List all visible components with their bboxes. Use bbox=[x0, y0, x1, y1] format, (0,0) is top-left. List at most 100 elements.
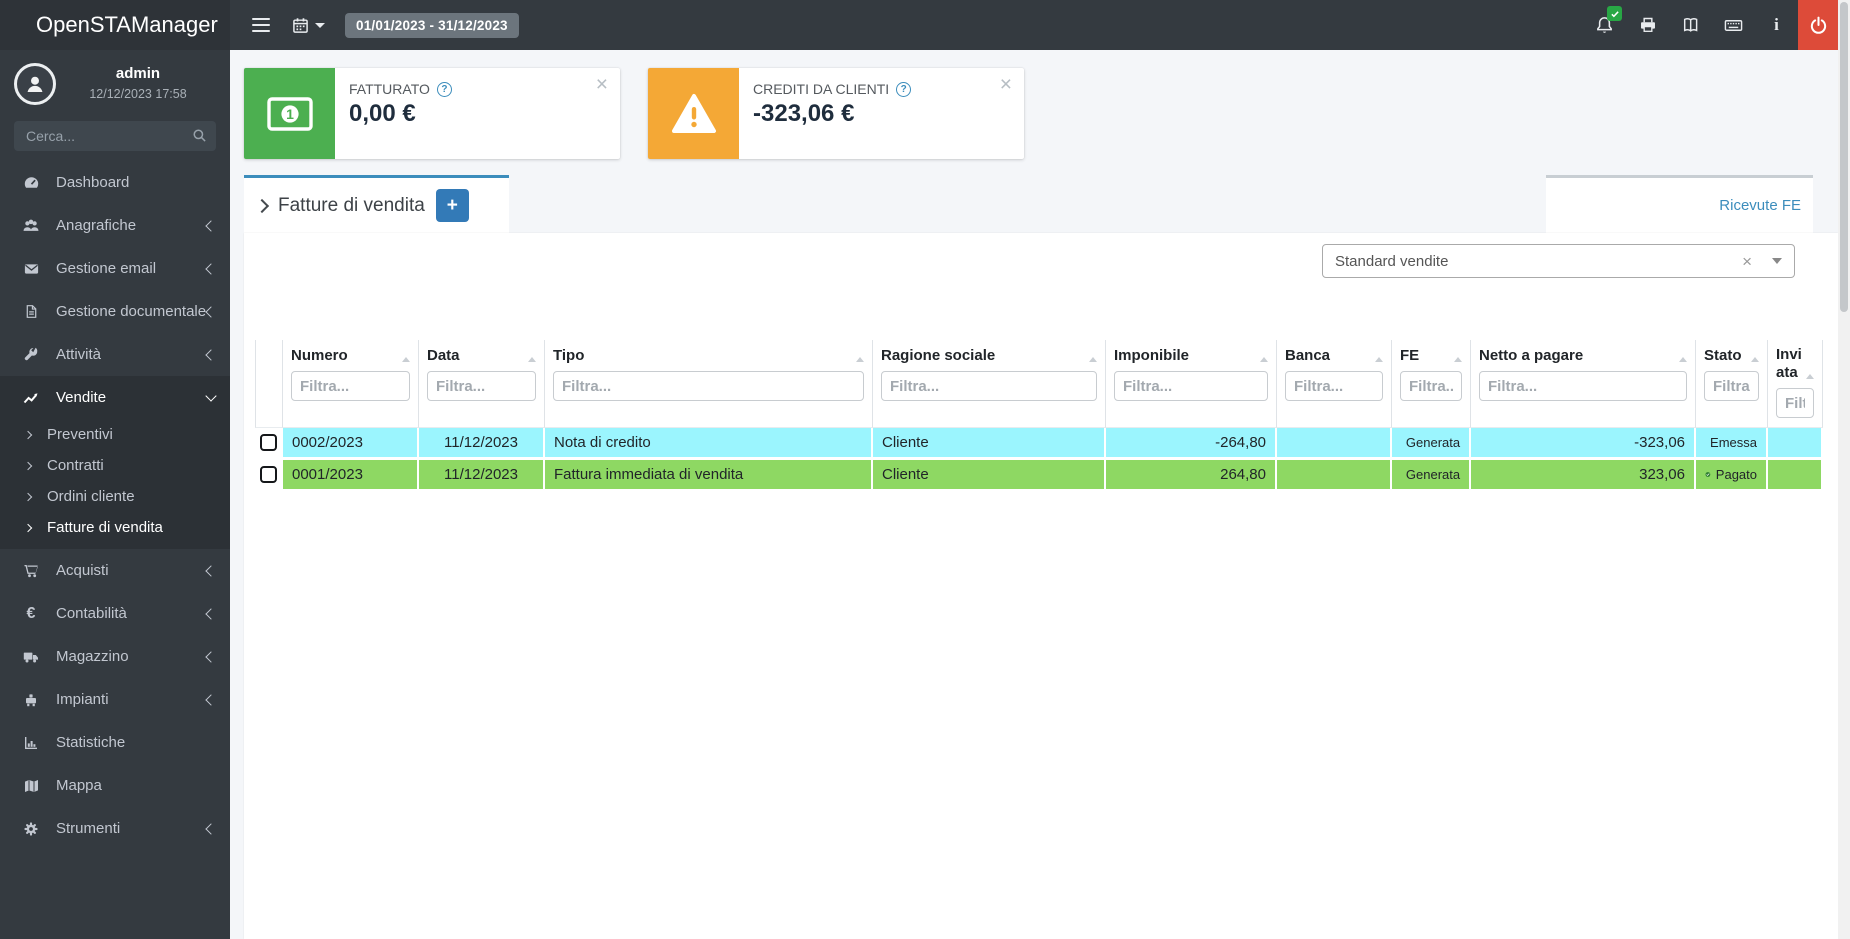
sidebar-item-strumenti[interactable]: Strumenti bbox=[0, 807, 230, 850]
filter-netto-input[interactable] bbox=[1479, 371, 1687, 401]
sidebar-item-statistiche[interactable]: Statistiche bbox=[0, 721, 230, 764]
sidebar-item-vendite[interactable]: Vendite bbox=[0, 376, 230, 419]
sort-icon[interactable] bbox=[1454, 357, 1462, 362]
cart-icon bbox=[18, 563, 44, 579]
cell-tipo[interactable]: Nota di credito bbox=[545, 428, 873, 460]
cell-banca[interactable] bbox=[1277, 460, 1392, 492]
date-range-badge[interactable]: 01/01/2023 - 31/12/2023 bbox=[345, 12, 519, 38]
table-row[interactable]: 0001/2023 11/12/2023 Fattura immediata d… bbox=[255, 460, 1823, 492]
filter-inviata-input[interactable] bbox=[1776, 388, 1814, 418]
sort-icon[interactable] bbox=[402, 357, 410, 362]
sort-icon[interactable] bbox=[1375, 357, 1383, 362]
cell-ragione-sociale[interactable]: Cliente bbox=[873, 428, 1106, 460]
sort-icon[interactable] bbox=[856, 357, 864, 362]
column-stato[interactable]: Stato bbox=[1696, 340, 1768, 428]
tab-fatture-di-vendita[interactable]: Fatture di vendita + bbox=[244, 175, 509, 233]
add-record-button[interactable]: + bbox=[435, 189, 469, 222]
sidebar-subitem-ordini-cliente[interactable]: Ordini cliente bbox=[0, 481, 230, 512]
users-icon bbox=[18, 217, 44, 234]
topbar: 01/01/2023 - 31/12/2023 i bbox=[230, 0, 1850, 50]
help-icon[interactable] bbox=[896, 81, 912, 97]
search-icon[interactable] bbox=[192, 128, 207, 143]
table-row[interactable]: 0002/2023 11/12/2023 Nota di credito Cli… bbox=[255, 428, 1823, 460]
filter-banca-input[interactable] bbox=[1285, 371, 1383, 401]
filter-imponibile-input[interactable] bbox=[1114, 371, 1268, 401]
close-icon[interactable]: × bbox=[1000, 74, 1012, 95]
row-checkbox[interactable] bbox=[259, 434, 277, 452]
sidebar-item-mappa[interactable]: Mappa bbox=[0, 764, 230, 807]
filter-ragione-sociale-input[interactable] bbox=[881, 371, 1097, 401]
cell-inviata[interactable] bbox=[1768, 460, 1823, 492]
sidebar-item-contabilita[interactable]: € Contabilità bbox=[0, 592, 230, 635]
shortcuts-button[interactable] bbox=[1712, 0, 1755, 50]
sidebar-item-dashboard[interactable]: Dashboard bbox=[0, 161, 230, 204]
sidebar-item-attivita[interactable]: Attività bbox=[0, 333, 230, 376]
chevron-right-icon bbox=[254, 198, 270, 213]
brand-logo[interactable]: OpenSTAManager bbox=[0, 0, 230, 50]
cell-numero[interactable]: 0001/2023 bbox=[283, 460, 419, 492]
sort-icon[interactable] bbox=[1751, 357, 1759, 362]
manual-button[interactable] bbox=[1669, 0, 1712, 50]
cell-banca[interactable] bbox=[1277, 428, 1392, 460]
cell-numero[interactable]: 0002/2023 bbox=[283, 428, 419, 460]
column-ragione-sociale[interactable]: Ragione sociale bbox=[873, 340, 1106, 428]
sidebar-item-impianti[interactable]: Impianti bbox=[0, 678, 230, 721]
column-banca[interactable]: Banca bbox=[1277, 340, 1392, 428]
sort-icon[interactable] bbox=[1806, 374, 1814, 379]
cell-data[interactable]: 11/12/2023 bbox=[419, 428, 545, 460]
column-imponibile[interactable]: Imponibile bbox=[1106, 340, 1277, 428]
filter-numero-input[interactable] bbox=[291, 371, 410, 401]
cell-imponibile[interactable]: -264,80 bbox=[1106, 428, 1277, 460]
sort-icon[interactable] bbox=[1260, 357, 1268, 362]
clear-selection-icon[interactable]: × bbox=[1742, 253, 1752, 270]
cell-data[interactable]: 11/12/2023 bbox=[419, 460, 545, 492]
column-inviata[interactable]: Inviata bbox=[1768, 340, 1823, 428]
calendar-button[interactable] bbox=[292, 17, 325, 34]
filter-tipo-input[interactable] bbox=[553, 371, 864, 401]
cell-imponibile[interactable]: 264,80 bbox=[1106, 460, 1277, 492]
filter-fe-input[interactable] bbox=[1400, 371, 1462, 401]
sidebar-subitem-contratti[interactable]: Contratti bbox=[0, 450, 230, 481]
page-scrollbar[interactable] bbox=[1838, 0, 1850, 939]
sort-icon[interactable] bbox=[528, 357, 536, 362]
cell-fe[interactable]: Generata bbox=[1392, 460, 1471, 492]
filter-stato-input[interactable] bbox=[1704, 371, 1759, 401]
tab-ricevute-fe[interactable]: Ricevute FE bbox=[1546, 175, 1813, 233]
avatar[interactable] bbox=[14, 63, 56, 105]
sidebar-item-gestione-email[interactable]: Gestione email bbox=[0, 247, 230, 290]
help-icon[interactable] bbox=[436, 81, 452, 97]
filter-data-input[interactable] bbox=[427, 371, 536, 401]
sort-icon[interactable] bbox=[1679, 357, 1687, 362]
cell-netto-a-pagare[interactable]: -323,06 bbox=[1471, 428, 1696, 460]
column-netto-a-pagare[interactable]: Netto a pagare bbox=[1471, 340, 1696, 428]
cell-stato[interactable]: Pagato bbox=[1696, 460, 1768, 492]
sort-icon[interactable] bbox=[1089, 357, 1097, 362]
cell-inviata[interactable] bbox=[1768, 428, 1823, 460]
column-data[interactable]: Data bbox=[419, 340, 545, 428]
cell-tipo[interactable]: Fattura immediata di vendita bbox=[545, 460, 873, 492]
column-numero[interactable]: Numero bbox=[283, 340, 419, 428]
cell-fe[interactable]: Generata bbox=[1392, 428, 1471, 460]
column-tipo[interactable]: Tipo bbox=[545, 340, 873, 428]
sidebar-subitem-preventivi[interactable]: Preventivi bbox=[0, 419, 230, 450]
cell-netto-a-pagare[interactable]: 323,06 bbox=[1471, 460, 1696, 492]
cell-stato[interactable]: Emessa bbox=[1696, 428, 1768, 460]
close-icon[interactable]: × bbox=[596, 74, 608, 95]
row-checkbox[interactable] bbox=[259, 466, 277, 484]
view-select[interactable]: Standard vendite × bbox=[1322, 244, 1795, 278]
column-fe[interactable]: FE bbox=[1392, 340, 1471, 428]
search-input[interactable] bbox=[14, 121, 216, 151]
cell-ragione-sociale[interactable]: Cliente bbox=[873, 460, 1106, 492]
hamburger-menu-icon[interactable] bbox=[250, 14, 272, 36]
chevron-left-icon bbox=[205, 607, 217, 620]
sidebar-item-acquisti[interactable]: Acquisti bbox=[0, 549, 230, 592]
sidebar-item-gestione-documentale[interactable]: Gestione documentale bbox=[0, 290, 230, 333]
info-button[interactable]: i bbox=[1755, 0, 1798, 50]
sidebar-item-anagrafiche[interactable]: Anagrafiche bbox=[0, 204, 230, 247]
notifications-button[interactable] bbox=[1583, 0, 1626, 50]
logout-button[interactable] bbox=[1798, 0, 1838, 50]
print-button[interactable] bbox=[1626, 0, 1669, 50]
sidebar-subitem-fatture-di-vendita[interactable]: Fatture di vendita bbox=[0, 512, 230, 543]
sidebar-item-magazzino[interactable]: Magazzino bbox=[0, 635, 230, 678]
scrollbar-thumb[interactable] bbox=[1840, 2, 1848, 312]
